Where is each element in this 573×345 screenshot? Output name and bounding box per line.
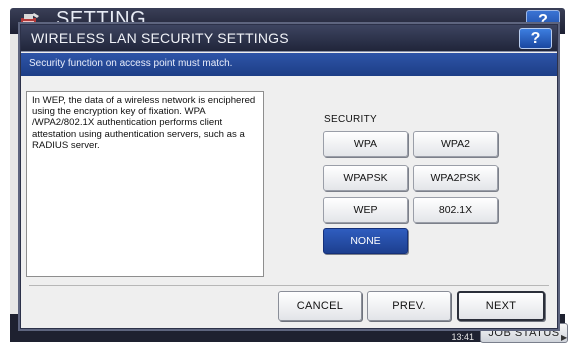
next-button[interactable]: NEXT <box>457 291 545 321</box>
security-wep-button[interactable]: WEP <box>323 197 408 223</box>
security-description: In WEP, the data of a wireless network i… <box>26 91 264 277</box>
dialog-help-button[interactable]: ? <box>519 28 552 49</box>
security-wpa2-button[interactable]: WPA2 <box>413 131 498 157</box>
security-wpa2psk-button[interactable]: WPA2PSK <box>413 165 498 191</box>
security-label: SECURITY <box>324 114 377 125</box>
wireless-security-dialog: WIRELESS LAN SECURITY SETTINGS ? Securit… <box>20 24 558 329</box>
security-wpapsk-button[interactable]: WPAPSK <box>323 165 408 191</box>
cancel-button[interactable]: CANCEL <box>278 291 362 321</box>
clock-time: 13:41 <box>451 332 474 342</box>
arrow-right-icon: ▶ <box>561 333 568 342</box>
dialog-title: WIRELESS LAN SECURITY SETTINGS <box>31 30 289 46</box>
dialog-message-bar: Security function on access point must m… <box>21 53 557 76</box>
security-none-button[interactable]: NONE <box>323 228 408 254</box>
divider <box>29 285 549 286</box>
dialog-message: Security function on access point must m… <box>29 58 233 69</box>
security-wpa-button[interactable]: WPA <box>323 131 408 157</box>
prev-button[interactable]: PREV. <box>367 291 451 321</box>
dialog-title-bar: WIRELESS LAN SECURITY SETTINGS ? <box>21 25 557 52</box>
security-8021x-button[interactable]: 802.1X <box>413 197 498 223</box>
